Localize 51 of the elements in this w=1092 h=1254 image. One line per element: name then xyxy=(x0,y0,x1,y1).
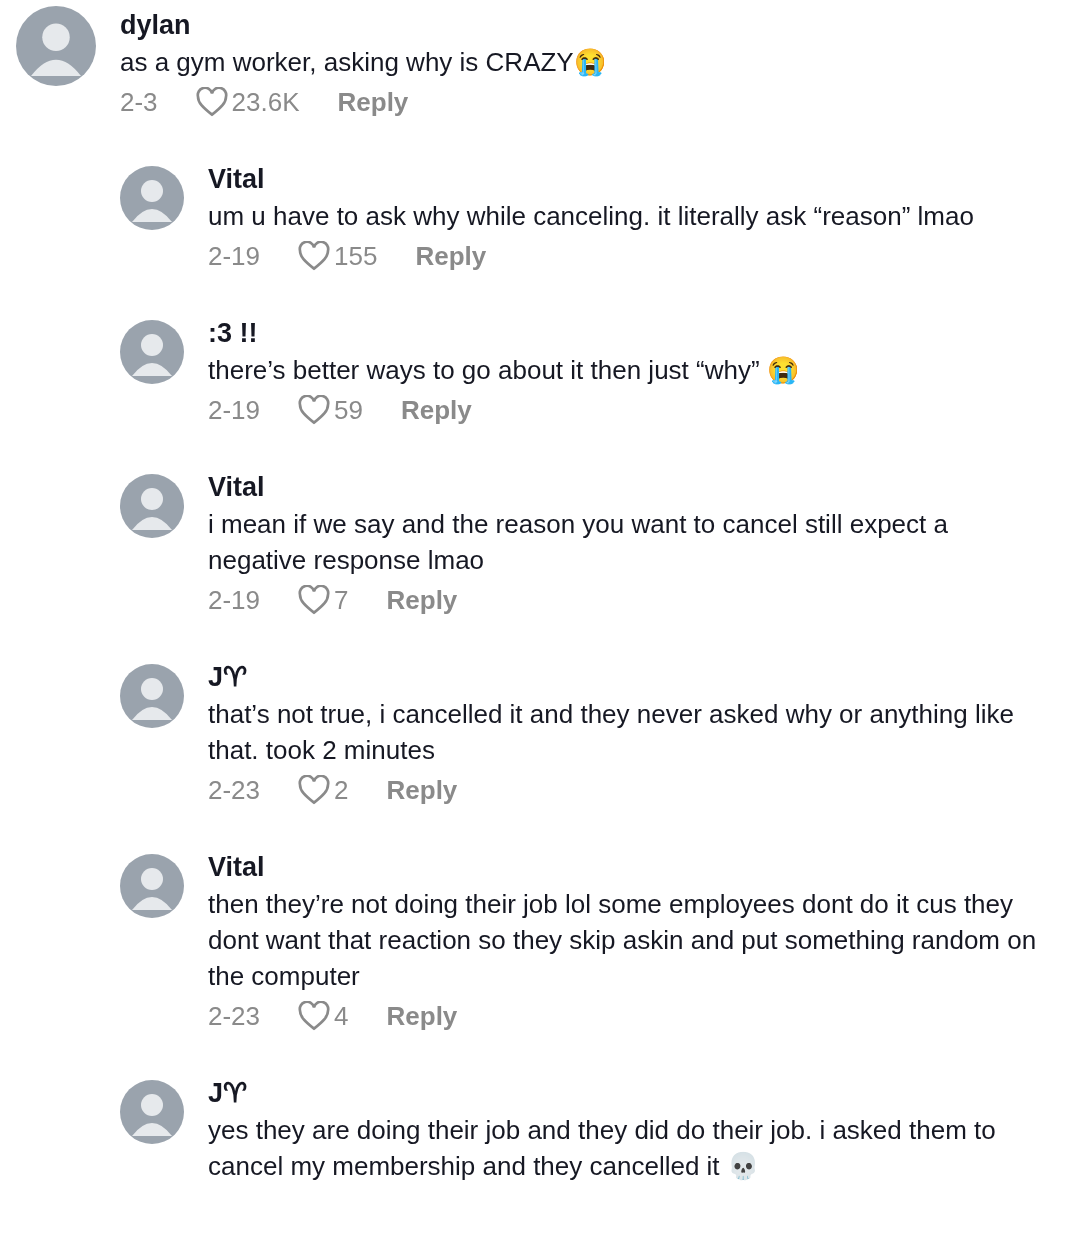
like-count: 155 xyxy=(334,240,378,273)
comment-text: as a gym worker, asking why is CRAZY😭 xyxy=(120,46,607,79)
comment-text: i mean if we say and the reason you want to cancel still expect a negative response lmao xyxy=(208,508,949,577)
like-count: 59 xyxy=(334,394,363,427)
comment-text: yes they are doing their job and they did do their job. i asked them to cancel my membership and they cancelled it 💀 xyxy=(208,1114,997,1183)
comment-date: 2-3 xyxy=(120,86,158,119)
avatar[interactable] xyxy=(120,854,184,918)
username[interactable]: Vital xyxy=(208,160,1052,198)
comment-text: um u have to ask why while canceling. it literally ask “reason” lmao xyxy=(208,200,975,233)
username[interactable]: J♈ xyxy=(208,1074,1052,1112)
heart-icon xyxy=(298,241,331,271)
like-count: 23.6K xyxy=(231,86,300,119)
like-button[interactable]: 155 xyxy=(298,236,378,276)
avatar[interactable] xyxy=(120,320,184,384)
username[interactable]: dylan xyxy=(120,6,1052,44)
reply-link[interactable]: Reply xyxy=(386,580,458,620)
like-count: 2 xyxy=(334,774,349,807)
reply-link[interactable]: Reply xyxy=(400,390,472,430)
username[interactable]: :3 !! xyxy=(208,314,1052,352)
comment-date: 2-23 xyxy=(208,1000,261,1033)
username[interactable]: Vital xyxy=(208,468,1052,506)
reply-link[interactable]: Reply xyxy=(386,996,458,1036)
username[interactable]: Vital xyxy=(208,848,1052,886)
reply-link[interactable]: Reply xyxy=(386,770,458,810)
like-button[interactable]: 4 xyxy=(298,996,349,1036)
avatar[interactable] xyxy=(120,166,184,230)
heart-icon xyxy=(298,585,331,615)
heart-icon xyxy=(195,87,228,117)
comment-date: 2-19 xyxy=(208,584,261,617)
reply-link[interactable]: Reply xyxy=(337,82,409,122)
heart-icon xyxy=(298,395,331,425)
username[interactable]: J♈ xyxy=(208,658,1052,696)
like-button[interactable]: 59 xyxy=(298,390,363,430)
like-count: 7 xyxy=(334,584,349,617)
comment-text: then they’re not doing their job lol some employees dont do it cus they dont want that reaction so they skip askin and put something random on the computer xyxy=(208,888,1038,993)
avatar[interactable] xyxy=(120,1080,184,1144)
comment-date: 2-23 xyxy=(208,774,261,807)
like-button[interactable]: 23.6K xyxy=(195,82,300,122)
comment-text: there’s better ways to go about it then just “why” 😭 xyxy=(208,354,800,387)
avatar[interactable] xyxy=(120,664,184,728)
comment-date: 2-19 xyxy=(208,394,261,427)
reply-link[interactable]: Reply xyxy=(415,236,487,276)
like-count: 4 xyxy=(334,1000,349,1033)
avatar[interactable] xyxy=(120,474,184,538)
avatar[interactable] xyxy=(16,6,96,86)
heart-icon xyxy=(298,1001,331,1031)
like-button[interactable]: 2 xyxy=(298,770,349,810)
comment-text: that’s not true, i cancelled it and they never asked why or anything like that. took 2 minutes xyxy=(208,698,1015,767)
heart-icon xyxy=(298,775,331,805)
comment-date: 2-19 xyxy=(208,240,261,273)
like-button[interactable]: 7 xyxy=(298,580,349,620)
